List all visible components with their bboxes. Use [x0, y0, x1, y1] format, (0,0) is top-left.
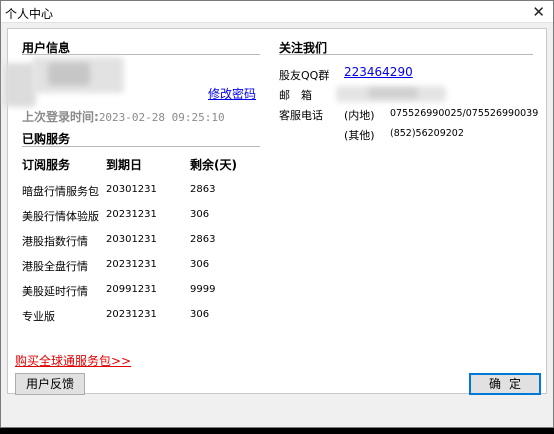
close-icon[interactable]: ✕	[532, 3, 545, 21]
user-info-divider	[22, 54, 260, 55]
ok-button[interactable]: 确定	[469, 373, 541, 395]
remaining-days: 306	[190, 259, 210, 270]
remaining-days: 2863	[190, 184, 216, 195]
last-login-value: 2023-02-28 09:25:10	[98, 111, 225, 124]
qq-group-link[interactable]: 223464290	[344, 65, 413, 79]
email-label: 邮 箱	[279, 89, 312, 102]
purchased-divider	[22, 146, 260, 147]
service-name: 专业版	[22, 310, 55, 323]
expiry-date: 20991231	[106, 284, 157, 295]
remaining-days: 9999	[190, 284, 216, 295]
follow-us-divider	[279, 54, 533, 55]
service-name: 美股行情体验版	[22, 210, 99, 223]
background-app-strip	[0, 428, 554, 434]
remaining-days: 306	[190, 309, 210, 320]
content-panel: 用户信息 修改密码 上次登录时间:2023-02-28 09:25:10 已购服…	[4, 28, 547, 394]
buy-global-package-link[interactable]: 购买全球通服务包>>	[15, 352, 131, 369]
title-bar: 个人中心 ✕	[1, 1, 553, 23]
qq-group-label: 股友QQ群	[279, 69, 330, 82]
last-login-label: 上次登录时间:	[22, 110, 99, 124]
personal-center-dialog: 个人中心 ✕ 用户信息 修改密码 上次登录时间:2023-02-28 09:25…	[0, 0, 554, 428]
header-service: 订阅服务	[22, 158, 71, 172]
header-remaining: 剩余(天)	[190, 158, 237, 172]
purchased-services-title: 已购服务	[22, 132, 71, 146]
expiry-date: 20301231	[106, 234, 157, 245]
remaining-days: 306	[190, 209, 210, 220]
header-expiry: 到期日	[106, 158, 143, 172]
feedback-button[interactable]: 用户反馈	[15, 373, 85, 395]
phone-label: 客服电话	[279, 109, 323, 122]
expiry-date: 20231231	[106, 309, 157, 320]
remaining-days: 2863	[190, 234, 216, 245]
expiry-date: 20231231	[106, 259, 157, 270]
change-password-link[interactable]: 修改密码	[208, 85, 256, 102]
expiry-date: 20301231	[106, 184, 157, 195]
service-name: 港股指数行情	[22, 235, 88, 248]
phone-mainland-value: 075526990025/075526990039	[390, 108, 539, 119]
phone-other-value: (852)56209202	[390, 128, 464, 139]
service-name: 美股延时行情	[22, 285, 88, 298]
phone-other-label: (其他)	[344, 129, 375, 142]
phone-mainland-label: (内地)	[344, 109, 375, 122]
service-name: 港股全盘行情	[22, 260, 88, 273]
last-login-row: 上次登录时间:2023-02-28 09:25:10	[22, 108, 225, 125]
window-title: 个人中心	[5, 7, 54, 21]
expiry-date: 20231231	[106, 209, 157, 220]
service-name: 暗盘行情服务包	[22, 185, 99, 198]
